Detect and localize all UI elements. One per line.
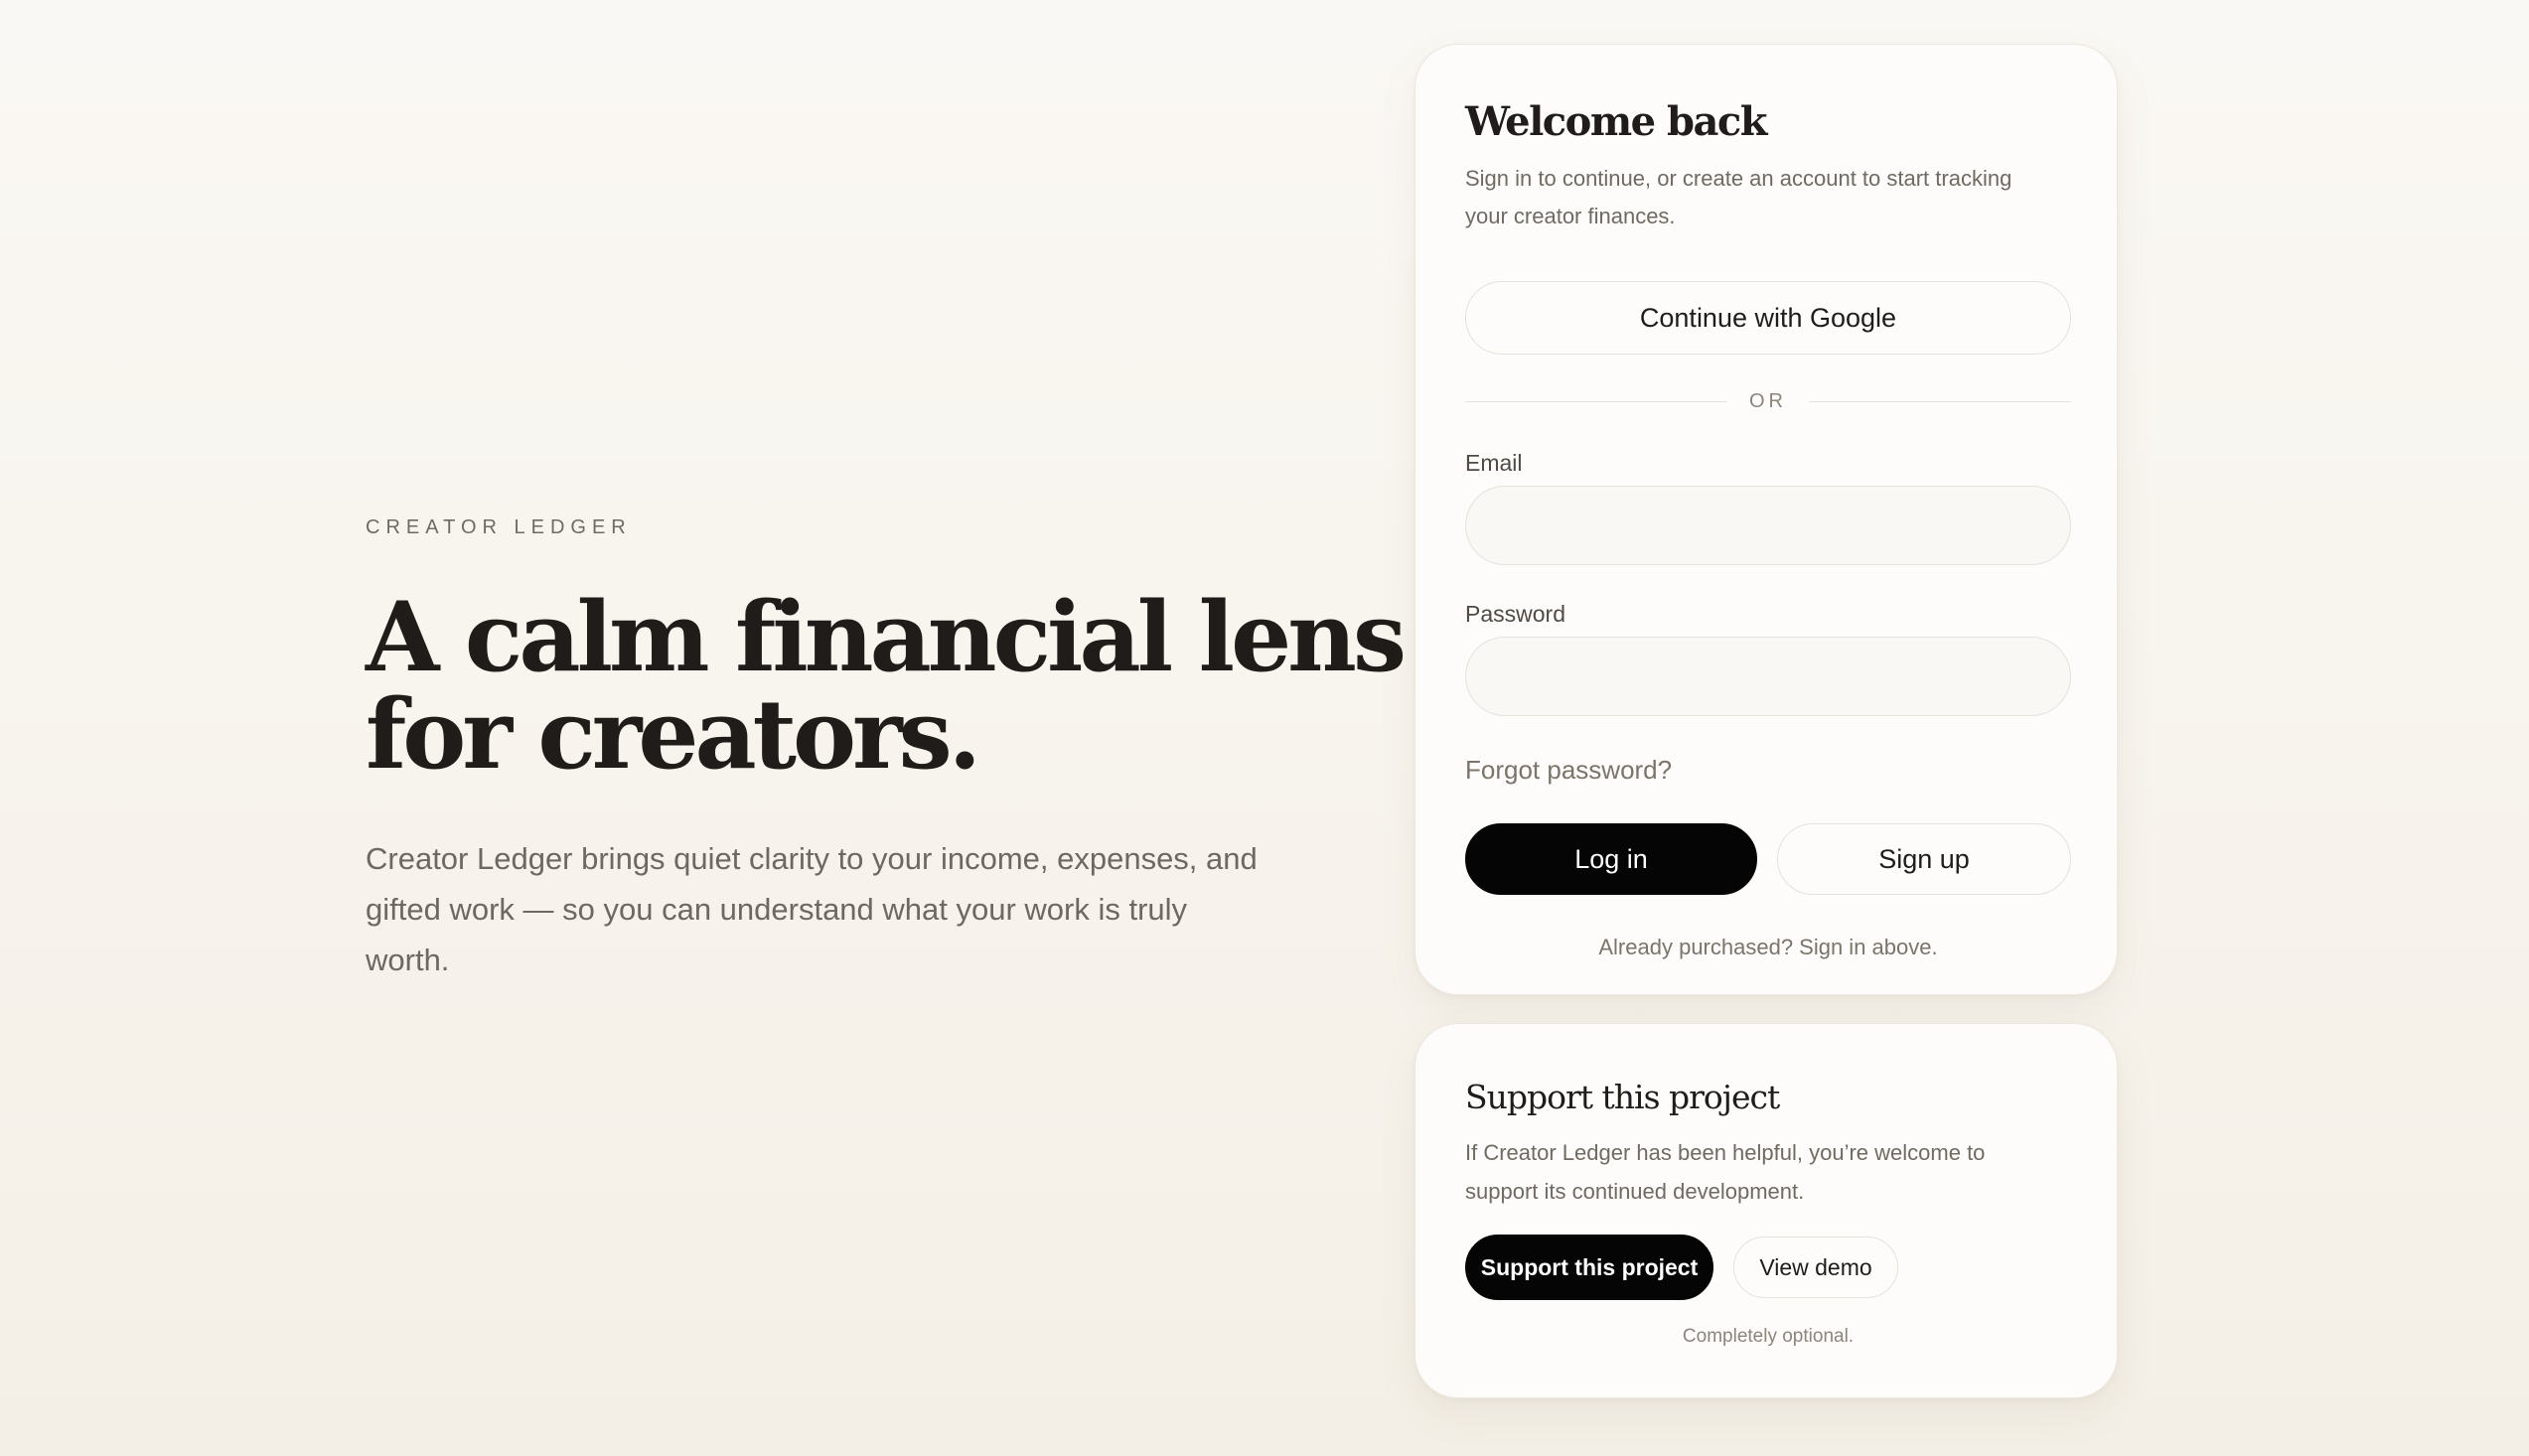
support-title: Support this project [1465, 1078, 1780, 1116]
purchase-note: Already purchased? Sign in above. [1598, 935, 1938, 959]
hero-description: Creator Ledger brings quiet clarity to y… [366, 833, 1260, 985]
hero-headline-line-1: A calm financial lens [366, 581, 1407, 693]
or-divider: OR [1465, 386, 2071, 416]
support-button-row: Support this project View demo [1465, 1235, 2067, 1300]
auth-button-row: Log in Sign up [1465, 823, 2071, 895]
login-subtitle: Sign in to continue, or create an accoun… [1465, 166, 2012, 228]
password-label: Password [1465, 601, 1565, 627]
password-field[interactable] [1465, 637, 2071, 716]
email-field[interactable] [1465, 486, 2071, 565]
hero-headline-line-2: for creators. [366, 678, 981, 791]
log-in-button[interactable]: Log in [1465, 823, 1757, 895]
view-demo-button[interactable]: View demo [1733, 1237, 1898, 1298]
divider-label: OR [1749, 389, 1787, 412]
support-description: If Creator Ledger has been helpful, you’… [1465, 1140, 1986, 1204]
divider-line-left [1465, 400, 1727, 402]
sign-up-button[interactable]: Sign up [1777, 823, 2071, 895]
hero-headline: A calm financial lens for creators. [366, 581, 1407, 791]
optional-note: Completely optional. [1682, 1326, 1855, 1347]
brand-eyebrow: CREATOR LEDGER [366, 516, 632, 538]
continue-with-google-button[interactable]: Continue with Google [1465, 281, 2071, 355]
support-project-button[interactable]: Support this project [1465, 1235, 1713, 1300]
hero-section: CREATOR LEDGER A calm financial lens for… [366, 516, 1407, 985]
login-card: Welcome back Sign in to continue, or cre… [1414, 44, 2118, 995]
hero-description-line-2: gifted work — so you can understand what… [366, 892, 1188, 977]
hero-description-line-1: Creator Ledger brings quiet clarity to y… [366, 841, 1258, 876]
divider-line-right [1809, 400, 2071, 402]
login-title: Welcome back [1465, 98, 1768, 145]
email-label: Email [1465, 450, 1523, 476]
forgot-password-link[interactable]: Forgot password? [1465, 754, 1672, 786]
support-card: Support this project If Creator Ledger h… [1414, 1023, 2118, 1398]
